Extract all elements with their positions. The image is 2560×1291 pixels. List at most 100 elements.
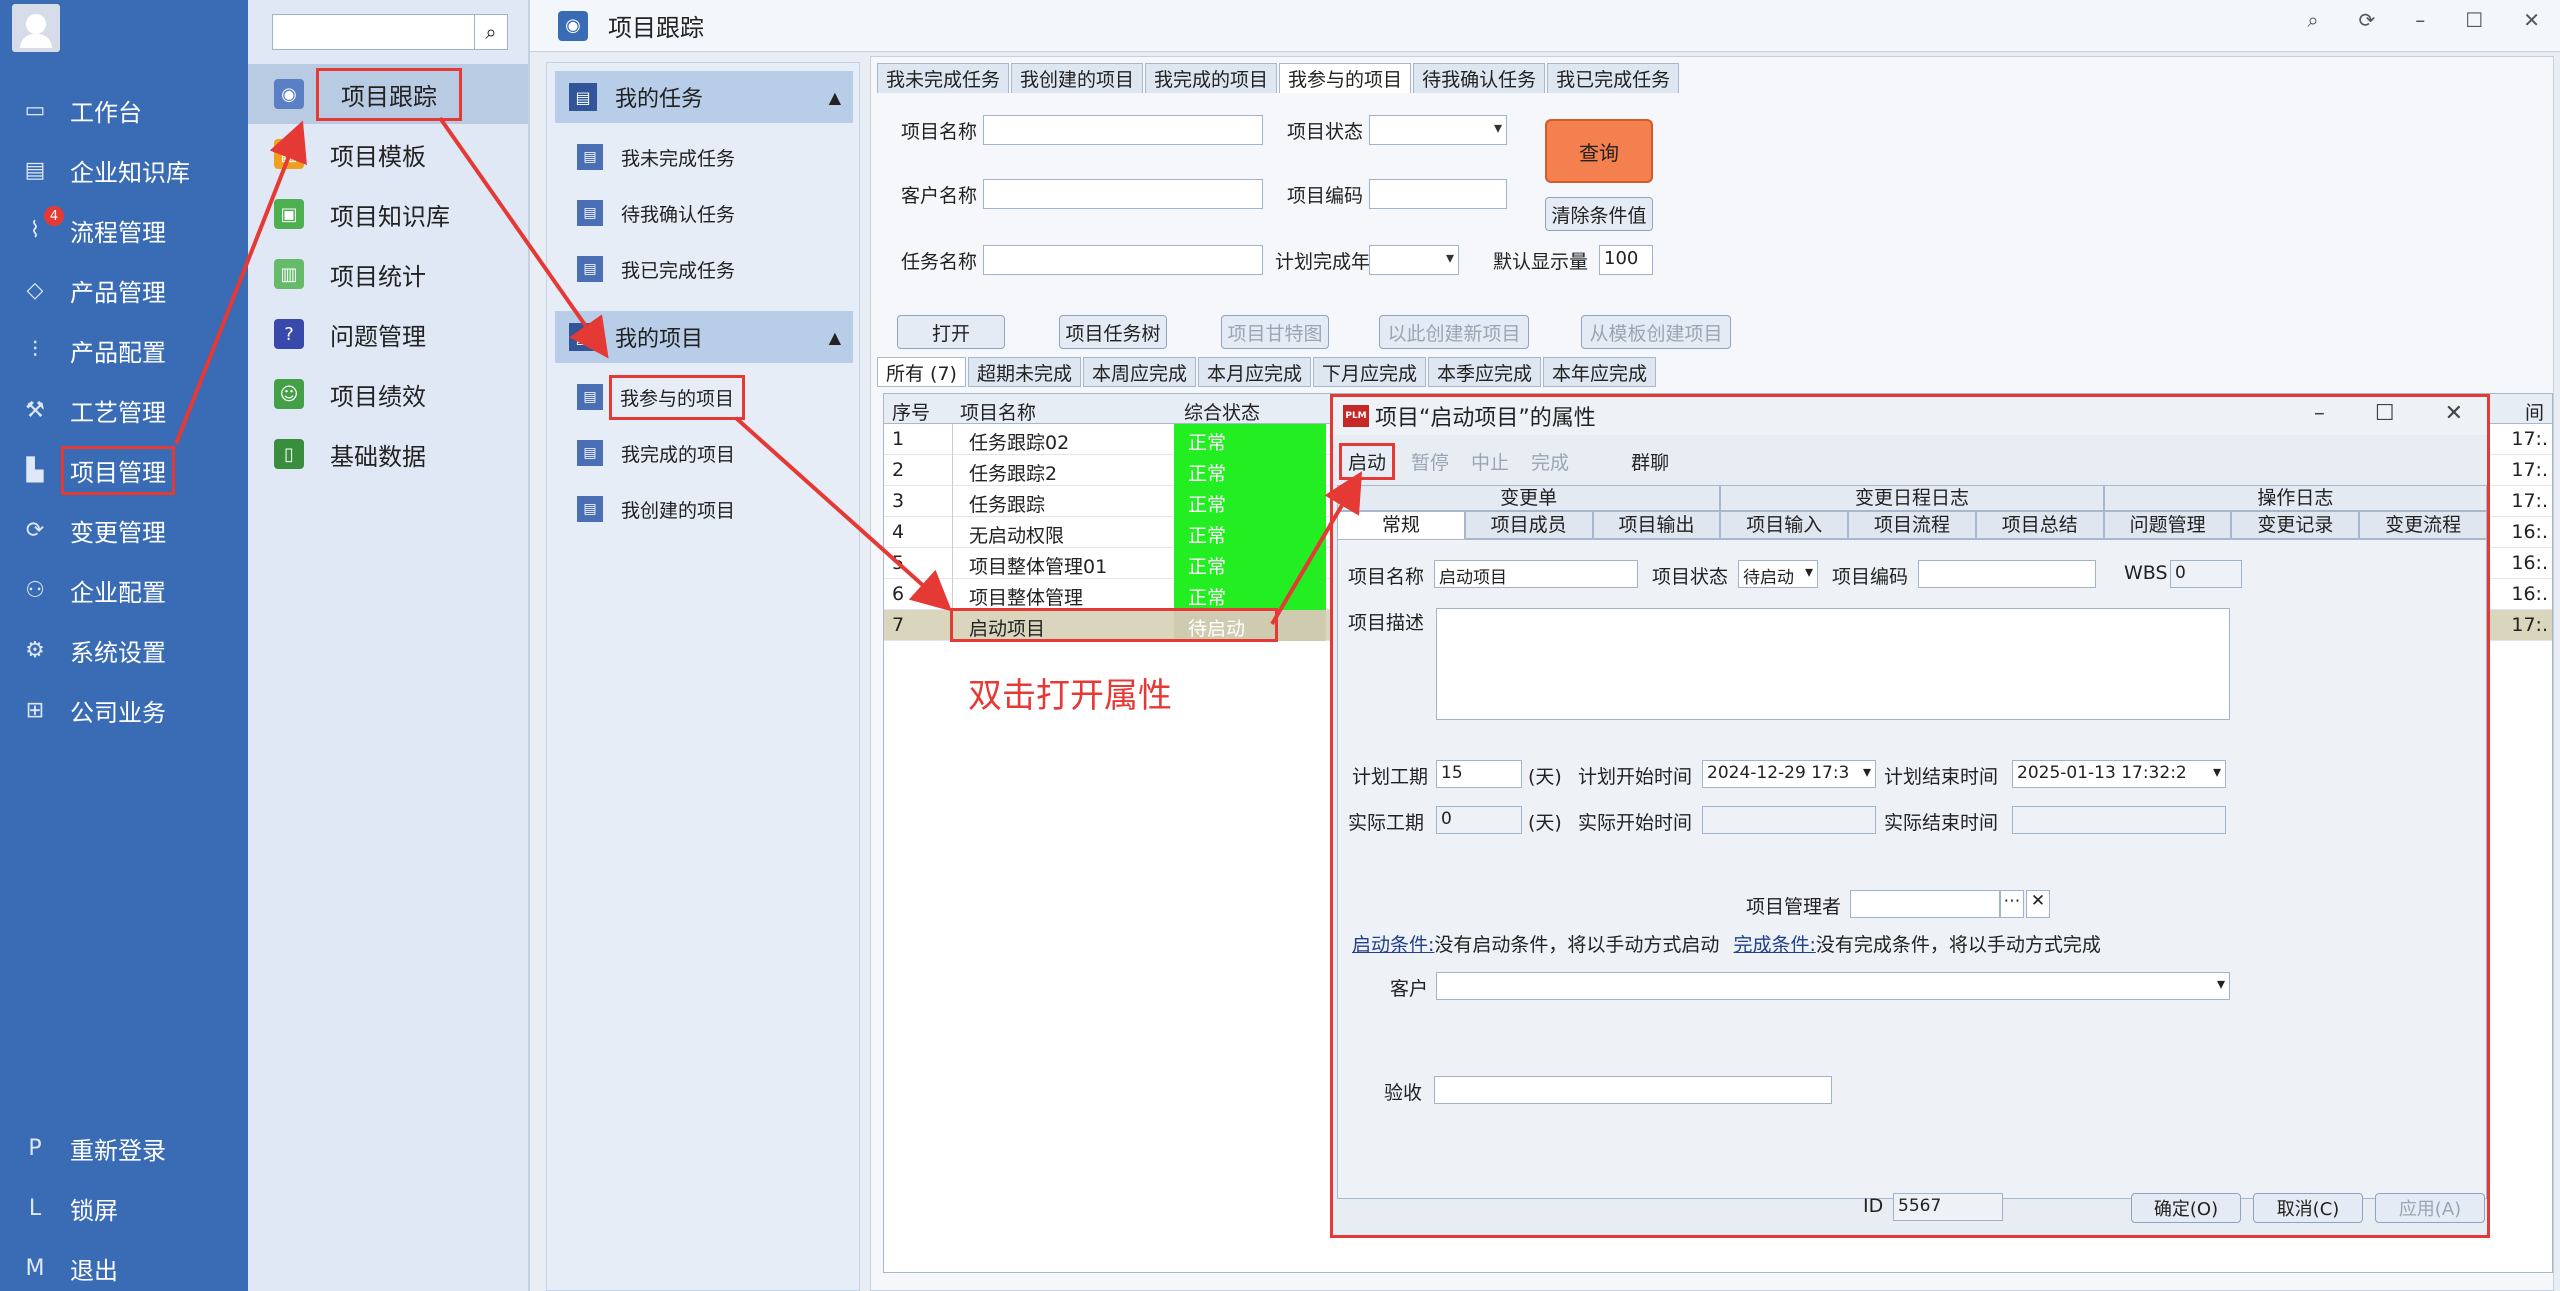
code-field[interactable] bbox=[1918, 560, 2096, 588]
minimize-icon[interactable]: – bbox=[2314, 401, 2325, 426]
tab-created-projects[interactable]: 我创建的项目 bbox=[1011, 63, 1144, 93]
acceptance-field[interactable] bbox=[1434, 1076, 1832, 1104]
actual-days-field[interactable]: 0 bbox=[1436, 806, 1522, 834]
close-icon[interactable]: ✕ bbox=[2445, 401, 2463, 426]
tab-general[interactable]: 常规 bbox=[1337, 511, 1465, 539]
nav-item-process[interactable]: ⚒ 工艺管理 bbox=[0, 384, 248, 436]
module-issue-management[interactable]: ? 问题管理 bbox=[248, 304, 528, 364]
plan-days-field[interactable]: 15 bbox=[1436, 760, 1522, 788]
minimize-icon[interactable]: – bbox=[2415, 8, 2425, 32]
tab-output[interactable]: 项目输出 bbox=[1592, 511, 1721, 539]
nav-item-flow[interactable]: ⌇ 4 流程管理 bbox=[0, 204, 248, 256]
pause-button[interactable]: 暂停 bbox=[1405, 446, 1455, 477]
status-select[interactable]: 待启动 bbox=[1738, 560, 1818, 588]
task-item-to-confirm[interactable]: ▤ 待我确认任务 bbox=[577, 193, 735, 233]
chevron-up-icon[interactable]: ▲ bbox=[829, 88, 841, 107]
tab-change-records[interactable]: 变更记录 bbox=[2231, 511, 2360, 539]
my-projects-header[interactable]: ▤ 我的项目 ▲ bbox=[555, 311, 853, 363]
start-button[interactable]: 启动 bbox=[1339, 443, 1396, 480]
nav-item-settings[interactable]: ⚙ 系统设置 bbox=[0, 624, 248, 676]
tab-flow[interactable]: 项目流程 bbox=[1848, 511, 1976, 539]
actual-end-field[interactable] bbox=[2012, 806, 2226, 834]
search-icon[interactable]: ⌕ bbox=[2307, 8, 2318, 32]
nav-item-product[interactable]: ◇ 产品管理 bbox=[0, 264, 248, 316]
tab-change-flow[interactable]: 变更流程 bbox=[2359, 511, 2488, 539]
finish-condition-link[interactable]: 完成条件: bbox=[1733, 934, 1815, 956]
logout-button[interactable]: M 退出 bbox=[0, 1242, 248, 1291]
project-item-created[interactable]: ▤ 我创建的项目 bbox=[577, 489, 735, 529]
default-show-input[interactable]: 100 bbox=[1599, 245, 1653, 275]
project-name-input[interactable] bbox=[983, 115, 1263, 145]
module-project-tracking[interactable]: ◉ 项目跟踪 bbox=[248, 64, 528, 124]
col-project-name[interactable]: 项目名称 bbox=[960, 398, 1036, 425]
open-button[interactable]: 打开 bbox=[897, 315, 1005, 349]
abort-button[interactable]: 中止 bbox=[1465, 446, 1515, 477]
group-chat-button[interactable]: 群聊 bbox=[1625, 446, 1675, 477]
filter-tab-next-month[interactable]: 下月应完成 bbox=[1313, 357, 1427, 387]
tab-completed-projects[interactable]: 我完成的项目 bbox=[1145, 63, 1278, 93]
tab-members[interactable]: 项目成员 bbox=[1464, 511, 1593, 539]
project-item-completed[interactable]: ▤ 我完成的项目 bbox=[577, 433, 735, 473]
tab-unfinished-tasks[interactable]: 我未完成任务 bbox=[877, 63, 1010, 93]
maximize-icon[interactable]: ☐ bbox=[2375, 401, 2395, 426]
module-project-template[interactable]: ▦ 项目模板 bbox=[248, 124, 528, 184]
filter-tab-this-year[interactable]: 本年应完成 bbox=[1543, 357, 1657, 387]
tab-participated-projects[interactable]: 我参与的项目 bbox=[1279, 63, 1412, 93]
clear-conditions-button[interactable]: 清除条件值 bbox=[1545, 197, 1653, 231]
nav-item-knowledge[interactable]: ▤ 企业知识库 bbox=[0, 144, 248, 196]
nav-item-workbench[interactable]: ▭ 工作台 bbox=[0, 84, 248, 136]
nav-item-change[interactable]: ⟳ 变更管理 bbox=[0, 504, 248, 556]
actual-start-field[interactable] bbox=[1702, 806, 1876, 834]
query-button[interactable]: 查询 bbox=[1545, 119, 1653, 183]
ok-button[interactable]: 确定(O) bbox=[2131, 1193, 2241, 1223]
relogin-button[interactable]: P 重新登录 bbox=[0, 1122, 248, 1174]
more-icon[interactable]: ⋯ bbox=[2000, 890, 2024, 918]
id-field[interactable]: 5567 bbox=[1893, 1193, 2003, 1221]
project-name-field[interactable]: 启动项目 bbox=[1434, 560, 1638, 588]
chevron-up-icon[interactable]: ▲ bbox=[829, 328, 841, 347]
filter-tab-all[interactable]: 所有 (7) bbox=[877, 357, 966, 387]
col-time[interactable]: 间 bbox=[2525, 398, 2544, 425]
plan-start-field[interactable]: 2024-12-29 17:3 bbox=[1702, 760, 1876, 788]
tab-to-confirm[interactable]: 待我确认任务 bbox=[1413, 63, 1546, 93]
nav-item-business[interactable]: ⊞ 公司业务 bbox=[0, 684, 248, 736]
project-task-tree-button[interactable]: 项目任务树 bbox=[1059, 315, 1167, 349]
tab-finished-tasks[interactable]: 我已完成任务 bbox=[1547, 63, 1680, 93]
project-item-participated[interactable]: ▤ 我参与的项目 bbox=[577, 374, 746, 420]
description-textarea[interactable] bbox=[1436, 608, 2230, 720]
start-condition-link[interactable]: 启动条件: bbox=[1352, 934, 1434, 956]
task-name-input[interactable] bbox=[983, 245, 1263, 275]
search-icon[interactable]: ⌕ bbox=[474, 14, 508, 50]
col-status[interactable]: 综合状态 bbox=[1184, 398, 1260, 425]
manager-field[interactable] bbox=[1850, 890, 2000, 918]
project-status-select[interactable] bbox=[1369, 115, 1507, 145]
plan-end-field[interactable]: 2025-01-13 17:32:2 bbox=[2012, 760, 2226, 788]
create-from-this-button[interactable]: 以此创建新项目 bbox=[1379, 315, 1529, 349]
apply-button[interactable]: 应用(A) bbox=[2375, 1193, 2485, 1223]
close-icon[interactable]: ✕ bbox=[2523, 8, 2540, 32]
wbs-field[interactable]: 0 bbox=[2170, 560, 2242, 588]
module-project-performance[interactable]: ☺ 项目绩效 bbox=[248, 364, 528, 424]
my-tasks-header[interactable]: ▤ 我的任务 ▲ bbox=[555, 71, 853, 123]
tab-change-schedule-log[interactable]: 变更日程日志 bbox=[1720, 485, 2104, 511]
filter-tab-this-quarter[interactable]: 本季应完成 bbox=[1428, 357, 1542, 387]
module-project-knowledge[interactable]: ▣ 项目知识库 bbox=[248, 184, 528, 244]
project-code-input[interactable] bbox=[1369, 179, 1507, 209]
filter-tab-this-week[interactable]: 本周应完成 bbox=[1082, 357, 1196, 387]
lock-button[interactable]: L 锁屏 bbox=[0, 1182, 248, 1234]
refresh-icon[interactable]: ⟳ bbox=[2359, 8, 2376, 32]
nav-item-product-config[interactable]: ⫶ 产品配置 bbox=[0, 324, 248, 376]
tab-issues[interactable]: 问题管理 bbox=[2103, 511, 2232, 539]
filter-tab-overdue[interactable]: 超期未完成 bbox=[967, 357, 1081, 387]
task-item-unfinished[interactable]: ▤ 我未完成任务 bbox=[577, 137, 735, 177]
module-search-input[interactable] bbox=[272, 14, 492, 50]
create-from-template-button[interactable]: 从模板创建项目 bbox=[1581, 315, 1731, 349]
nav-item-org[interactable]: ⚇ 企业配置 bbox=[0, 564, 248, 616]
tab-change-order[interactable]: 变更单 bbox=[1337, 485, 1721, 511]
module-project-stats[interactable]: ▥ 项目统计 bbox=[248, 244, 528, 304]
gantt-button[interactable]: 项目甘特图 bbox=[1221, 315, 1329, 349]
plan-finish-year-select[interactable] bbox=[1369, 245, 1459, 275]
customer-name-input[interactable] bbox=[983, 179, 1263, 209]
tab-summary[interactable]: 项目总结 bbox=[1975, 511, 2104, 539]
maximize-icon[interactable]: ☐ bbox=[2465, 8, 2483, 32]
